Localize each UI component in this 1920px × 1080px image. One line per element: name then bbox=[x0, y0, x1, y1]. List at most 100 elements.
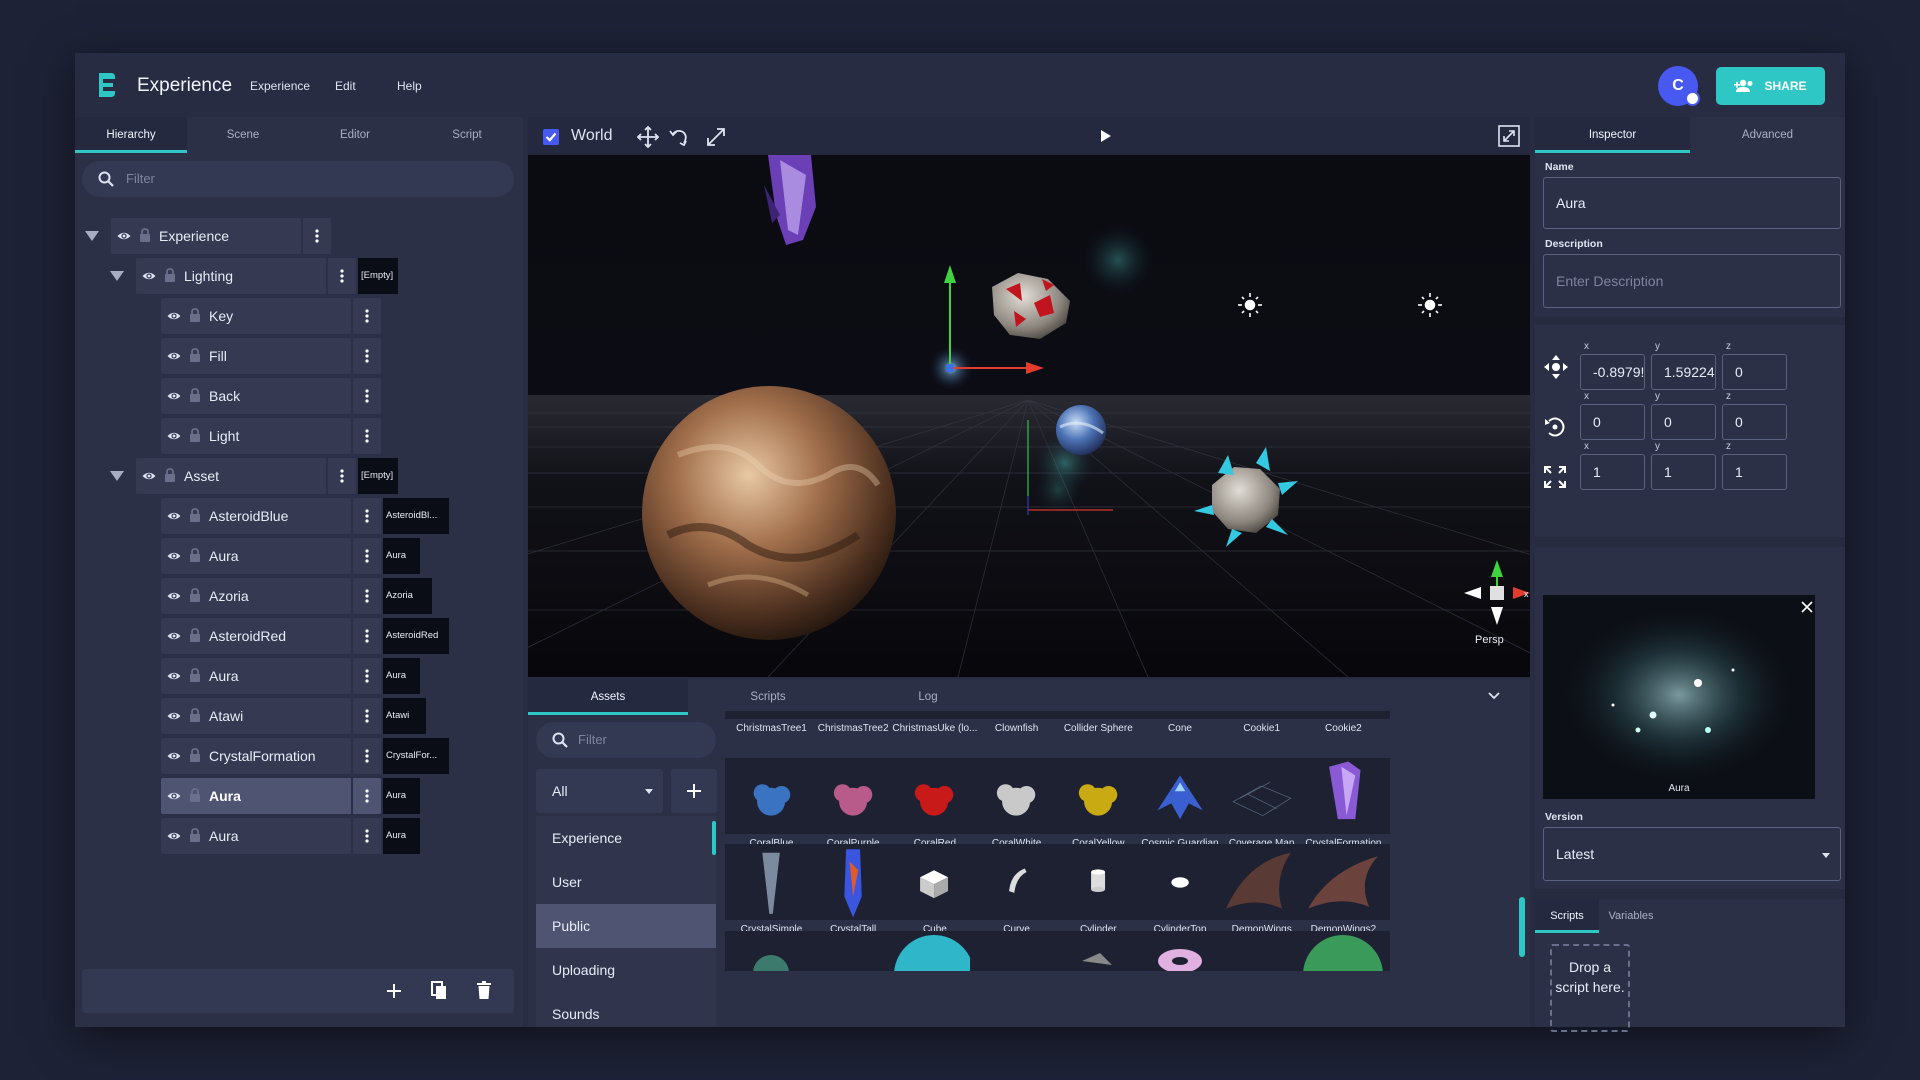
asset-grid-scrollbar[interactable] bbox=[1519, 897, 1525, 957]
asset-tile-cosmic-guardian[interactable]: Cosmic Guardian bbox=[1133, 758, 1227, 849]
menu-edit[interactable]: Edit bbox=[335, 79, 356, 93]
more-options-icon[interactable] bbox=[365, 589, 369, 608]
lock-icon[interactable] bbox=[189, 348, 201, 368]
tree-node-aura[interactable]: Aura bbox=[161, 538, 381, 574]
asset-tile-coralpurple[interactable]: CoralPurple bbox=[806, 758, 900, 849]
chevron-down-icon[interactable] bbox=[1488, 692, 1500, 700]
more-options-icon[interactable] bbox=[365, 749, 369, 768]
asset-tile-crystaltall[interactable]: CrystalTall bbox=[806, 844, 900, 935]
name-field[interactable]: Aura bbox=[1543, 177, 1841, 229]
visibility-icon[interactable] bbox=[167, 549, 181, 568]
menu-experience[interactable]: Experience bbox=[250, 79, 310, 93]
asset-tile[interactable] bbox=[888, 931, 982, 971]
rotation-x-input[interactable]: 0 bbox=[1580, 404, 1645, 440]
close-icon[interactable] bbox=[1801, 601, 1813, 613]
more-options-icon[interactable] bbox=[365, 429, 369, 448]
visibility-icon[interactable] bbox=[167, 749, 181, 768]
tab-scripts-inspector[interactable]: Scripts bbox=[1535, 899, 1599, 933]
category-scrollbar[interactable] bbox=[712, 821, 716, 855]
position-z-input[interactable]: 0 bbox=[1722, 354, 1787, 390]
app-logo-icon[interactable] bbox=[95, 71, 119, 99]
asset-tile-cookie2[interactable]: Cookie2 bbox=[1296, 711, 1390, 734]
position-y-input[interactable]: 1.59224 bbox=[1651, 354, 1716, 390]
expand-toggle-icon[interactable] bbox=[110, 458, 130, 494]
asset-tile-crystalformation[interactable]: CrystalFormation bbox=[1296, 758, 1390, 849]
hierarchy-filter-input[interactable]: Filter bbox=[82, 161, 514, 197]
move-tool-icon[interactable] bbox=[636, 125, 660, 149]
tree-node-aura[interactable]: Aura bbox=[161, 658, 381, 694]
position-x-input[interactable]: -0.8979! bbox=[1580, 354, 1645, 390]
visibility-icon[interactable] bbox=[167, 429, 181, 448]
visibility-icon[interactable] bbox=[167, 309, 181, 328]
lock-icon[interactable] bbox=[189, 388, 201, 408]
lock-icon[interactable] bbox=[189, 548, 201, 568]
more-options-icon[interactable] bbox=[365, 829, 369, 848]
lock-icon[interactable] bbox=[189, 428, 201, 448]
asset-tile-coralblue[interactable]: CoralBlue bbox=[725, 758, 818, 849]
asset-tile[interactable] bbox=[1133, 931, 1227, 971]
visibility-icon[interactable] bbox=[117, 229, 131, 248]
camera-mode-label[interactable]: Persp bbox=[1475, 634, 1504, 646]
asset-tile-cylindertop[interactable]: CylinderTop bbox=[1133, 844, 1227, 935]
more-options-icon[interactable] bbox=[315, 229, 319, 248]
lock-icon[interactable] bbox=[189, 628, 201, 648]
asset-tile-curve[interactable]: Curve bbox=[970, 844, 1064, 935]
tree-node-fill[interactable]: Fill bbox=[161, 338, 381, 374]
tree-node-atawi[interactable]: Atawi bbox=[161, 698, 381, 734]
asset-tile-coralwhite[interactable]: CoralWhite bbox=[970, 758, 1064, 849]
lock-icon[interactable] bbox=[189, 788, 201, 808]
tree-node-lighting[interactable]: Lighting bbox=[136, 258, 356, 294]
play-icon[interactable] bbox=[1100, 129, 1112, 143]
lock-icon[interactable] bbox=[164, 268, 176, 288]
more-options-icon[interactable] bbox=[365, 509, 369, 528]
category-sounds[interactable]: Sounds bbox=[536, 992, 716, 1027]
version-select[interactable]: Latest bbox=[1543, 827, 1841, 881]
tree-node-back[interactable]: Back bbox=[161, 378, 381, 414]
more-options-icon[interactable] bbox=[365, 389, 369, 408]
visibility-icon[interactable] bbox=[167, 509, 181, 528]
tab-editor[interactable]: Editor bbox=[299, 117, 411, 153]
asset-tile-crystalsimple[interactable]: CrystalSimple bbox=[725, 844, 818, 935]
lock-icon[interactable] bbox=[189, 588, 201, 608]
more-options-icon[interactable] bbox=[365, 789, 369, 808]
visibility-icon[interactable] bbox=[167, 589, 181, 608]
tree-node-key[interactable]: Key bbox=[161, 298, 381, 334]
visibility-icon[interactable] bbox=[167, 389, 181, 408]
asset-tile-coralred[interactable]: CoralRed bbox=[888, 758, 982, 849]
lock-icon[interactable] bbox=[189, 508, 201, 528]
asset-type-select[interactable]: All bbox=[536, 769, 663, 813]
scale-tool-icon[interactable] bbox=[705, 126, 727, 148]
visibility-icon[interactable] bbox=[167, 669, 181, 688]
expand-toggle-icon[interactable] bbox=[110, 258, 130, 294]
visibility-icon[interactable] bbox=[167, 709, 181, 728]
asset-tile-demonwings[interactable]: DemonWings bbox=[1215, 844, 1309, 935]
lock-icon[interactable] bbox=[139, 228, 151, 248]
rotation-z-input[interactable]: 0 bbox=[1722, 404, 1787, 440]
tree-node-asteroidblue[interactable]: AsteroidBlue bbox=[161, 498, 381, 534]
scale-x-input[interactable]: 1 bbox=[1580, 454, 1645, 490]
tab-hierarchy[interactable]: Hierarchy bbox=[75, 117, 187, 153]
tab-log[interactable]: Log bbox=[848, 679, 1008, 715]
asset-tile[interactable] bbox=[806, 931, 900, 971]
visibility-icon[interactable] bbox=[167, 829, 181, 848]
tree-node-light[interactable]: Light bbox=[161, 418, 381, 454]
tree-node-asteroidred[interactable]: AsteroidRed bbox=[161, 618, 381, 654]
more-options-icon[interactable] bbox=[365, 309, 369, 328]
more-options-icon[interactable] bbox=[365, 629, 369, 648]
lock-icon[interactable] bbox=[189, 828, 201, 848]
rotate-tool-icon[interactable] bbox=[668, 126, 690, 148]
lock-icon[interactable] bbox=[189, 668, 201, 688]
asset-tile[interactable] bbox=[1296, 931, 1390, 971]
trash-icon[interactable] bbox=[477, 981, 491, 999]
lock-icon[interactable] bbox=[189, 308, 201, 328]
share-button[interactable]: SHARE bbox=[1716, 67, 1825, 105]
lock-icon[interactable] bbox=[189, 708, 201, 728]
asset-tile-collider-sphere[interactable]: Collider Sphere bbox=[1051, 711, 1145, 734]
visibility-icon[interactable] bbox=[167, 349, 181, 368]
tab-variables[interactable]: Variables bbox=[1599, 899, 1663, 933]
asset-tile-demonwings2[interactable]: DemonWings2 bbox=[1296, 844, 1390, 935]
script-drop-zone[interactable]: Drop a script here. bbox=[1550, 944, 1630, 1032]
tab-scene[interactable]: Scene bbox=[187, 117, 299, 153]
more-options-icon[interactable] bbox=[365, 549, 369, 568]
assets-filter-input[interactable]: Filter bbox=[536, 722, 716, 758]
